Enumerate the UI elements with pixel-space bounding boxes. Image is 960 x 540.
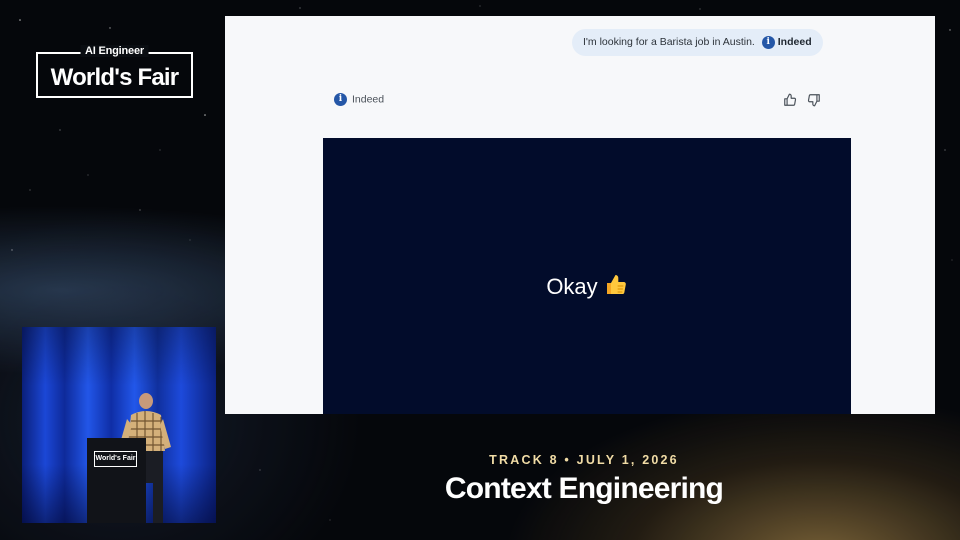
video-caption: Okay [323,273,851,300]
info-icon: i [761,35,775,49]
thumbs-up-emoji-icon [606,275,626,294]
event-logo-small: AI Engineer [80,45,149,57]
chat-screen: I'm looking for a Barista job in Austin.… [225,16,935,414]
info-icon: i [334,93,347,106]
thumbs-up-icon[interactable] [783,93,797,107]
event-logo-title: World's Fair [50,64,179,91]
video-caption-text: Okay [546,274,598,299]
agent-name: Indeed [352,93,385,106]
thumbs-down-icon[interactable] [807,93,821,107]
user-message-bubble: I'm looking for a Barista job in Austin.… [572,29,823,56]
track-date-line: TRACK 8 • JULY 1, 2026 [489,453,679,467]
video-panel: Okay [323,138,851,414]
user-message-text: I'm looking for a Barista job in Austin. [583,36,755,48]
talk-title: Context Engineering [444,472,724,505]
event-logo: AI Engineer World's Fair [36,45,193,98]
agent-header: i Indeed [334,93,384,106]
user-message-tag: Indeed [777,36,812,48]
